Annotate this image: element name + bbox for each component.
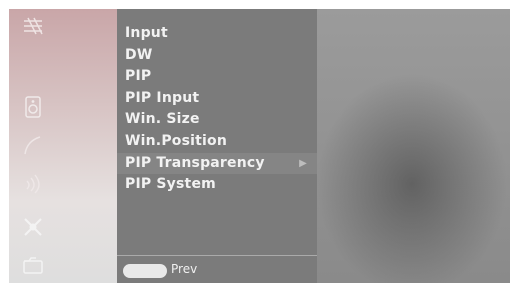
- folder-icon[interactable]: [21, 253, 45, 277]
- menu-item-label: PIP: [125, 68, 152, 85]
- menu-item-pip[interactable]: PIP: [117, 66, 317, 88]
- menu-item-label: PIP Transparency: [125, 154, 265, 171]
- speaker-icon[interactable]: [21, 95, 45, 119]
- menu-item-win-position[interactable]: Win.Position: [117, 131, 317, 153]
- prev-label: Prev: [171, 262, 198, 276]
- signal-icon[interactable]: [21, 171, 45, 195]
- menu-item-label: Win.Position: [125, 132, 228, 149]
- preview-panel: [317, 9, 510, 283]
- menu-item-win-size[interactable]: Win. Size: [117, 109, 317, 131]
- grid-icon[interactable]: [21, 15, 45, 39]
- menu-footer: Prev: [117, 255, 317, 283]
- menu-item-label: DW: [125, 46, 153, 63]
- menu-item-dw[interactable]: DW: [117, 45, 317, 67]
- menu-item-label: Win. Size: [125, 111, 200, 128]
- tools-icon[interactable]: [21, 215, 45, 239]
- menu-item-label: Input: [125, 25, 168, 41]
- sidebar: [9, 9, 117, 283]
- tv-screen: Input DW PIP PIP Input Win. Size Win.Pos…: [9, 9, 510, 283]
- satellite-dish-icon[interactable]: [21, 133, 45, 157]
- menu-item-pip-input[interactable]: PIP Input: [117, 88, 317, 110]
- menu-item-pip-transparency[interactable]: PIP Transparency ▶: [117, 152, 317, 175]
- menu-item-label: PIP System: [125, 176, 216, 193]
- blank-icon[interactable]: [21, 57, 45, 81]
- menu-item-label: PIP Input: [125, 89, 200, 106]
- oval-button-icon[interactable]: [123, 264, 167, 278]
- menu-item-input[interactable]: Input: [117, 23, 317, 45]
- submenu-arrow-icon: ▶: [299, 157, 307, 169]
- menu-item-pip-system[interactable]: PIP System: [117, 174, 317, 196]
- menu-list: Input DW PIP PIP Input Win. Size Win.Pos…: [117, 23, 317, 196]
- pip-menu: Input DW PIP PIP Input Win. Size Win.Pos…: [117, 9, 317, 283]
